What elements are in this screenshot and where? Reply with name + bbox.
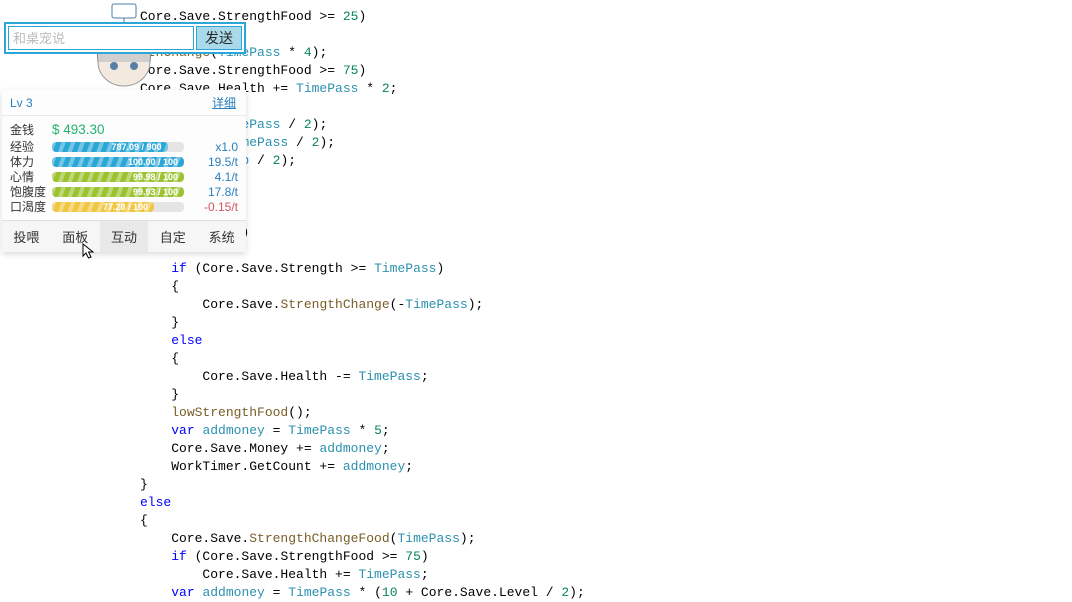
code-line: if (Core.Save.StrengthFood >= 75) (80, 548, 1072, 566)
stat-bar: 77.28 / 100 (52, 202, 184, 212)
stat-bar-text: 99.98 / 100 (133, 172, 178, 182)
stat-bar-text: 99.93 / 100 (133, 187, 178, 197)
code-line: else (80, 332, 1072, 350)
stat-row: 口渴度 77.28 / 100 -0.15/t (10, 199, 238, 214)
tab-system[interactable]: 系统 (197, 221, 246, 252)
code-line: Core.Save.Health -= TimePass; (80, 368, 1072, 386)
stat-bar: 100.00 / 100 (52, 157, 184, 167)
stat-rate: 17.8/t (190, 185, 238, 199)
stat-row: 饱腹度99.93 / 10017.8/t (10, 184, 238, 199)
code-line: } (80, 386, 1072, 404)
stat-bar: 99.98 / 100 (52, 172, 184, 182)
stat-bar-fill: 99.98 / 100 (52, 172, 184, 182)
stat-rate: 19.5/t (190, 155, 238, 169)
chat-send-button[interactable]: 发送 (196, 26, 242, 50)
stat-bar-fill: 99.93 / 100 (52, 187, 184, 197)
tab-feed[interactable]: 投喂 (2, 221, 51, 252)
stat-bar-fill: 77.28 / 100 (52, 202, 154, 212)
code-line: } (80, 476, 1072, 494)
code-line: Core.Save.StrengthChange(-TimePass); (80, 296, 1072, 314)
code-line: { (80, 350, 1072, 368)
stat-row-money: 金钱 $ 493.30 (10, 122, 238, 137)
code-line: lowStrengthFood(); (80, 404, 1072, 422)
stat-bar: 99.93 / 100 (52, 187, 184, 197)
code-line: var addmoney = TimePass * (10 + Core.Sav… (80, 584, 1072, 602)
code-line: Core.Save.Money += addmoney; (80, 440, 1072, 458)
code-line: Core.Save.Health += TimePass; (80, 566, 1072, 584)
tab-custom[interactable]: 自定 (148, 221, 197, 252)
level-label: Lv 3 (10, 96, 33, 110)
stat-bar-text: 77.28 / 100 (103, 202, 148, 212)
code-line: var addmoney = TimePass * 5; (80, 422, 1072, 440)
stats-panel: Lv 3 详细 金钱 $ 493.30 经验787.09 / 900x1.0体力… (2, 90, 246, 252)
code-line: { (80, 512, 1072, 530)
stat-value-money: $ 493.30 (52, 122, 105, 137)
stat-bar-fill: 100.00 / 100 (52, 157, 184, 167)
tab-interact[interactable]: 互动 (100, 221, 149, 252)
stat-rate: 4.1/t (190, 170, 238, 184)
stat-row: 心情99.98 / 1004.1/t (10, 169, 238, 184)
stats-header: Lv 3 详细 (2, 90, 246, 116)
code-line: { (80, 278, 1072, 296)
code-line: if (Core.Save.Strength >= TimePass) (80, 260, 1072, 278)
stat-row: 体力100.00 / 10019.5/t (10, 154, 238, 169)
stat-label-money: 金钱 (10, 121, 46, 138)
chat-input[interactable] (8, 26, 194, 50)
stat-rate: x1.0 (190, 140, 238, 154)
code-line: WorkTimer.GetCount += addmoney; (80, 458, 1072, 476)
stat-bar: 787.09 / 900 (52, 142, 184, 152)
code-line: } (80, 314, 1072, 332)
stat-bar-text: 100.00 / 100 (128, 157, 178, 167)
chat-bar: 发送 (4, 22, 246, 54)
tab-panel[interactable]: 面板 (51, 221, 100, 252)
stat-bar-text: 787.09 / 900 (111, 142, 161, 152)
stats-body: 金钱 $ 493.30 经验787.09 / 900x1.0体力100.00 /… (2, 116, 246, 220)
code-line: Core.Save.StrengthChangeFood(TimePass); (80, 530, 1072, 548)
code-line: Core.Save.StrengthFood >= 75) (80, 62, 1072, 80)
stat-row: 经验787.09 / 900x1.0 (10, 139, 238, 154)
detail-link[interactable]: 详细 (212, 94, 236, 111)
tab-bar: 投喂 面板 互动 自定 系统 (2, 220, 246, 252)
stat-bar-fill: 787.09 / 900 (52, 142, 168, 152)
stat-rate: -0.15/t (190, 200, 238, 214)
stat-label: 口渴度 (10, 198, 46, 215)
code-line: else (80, 494, 1072, 512)
